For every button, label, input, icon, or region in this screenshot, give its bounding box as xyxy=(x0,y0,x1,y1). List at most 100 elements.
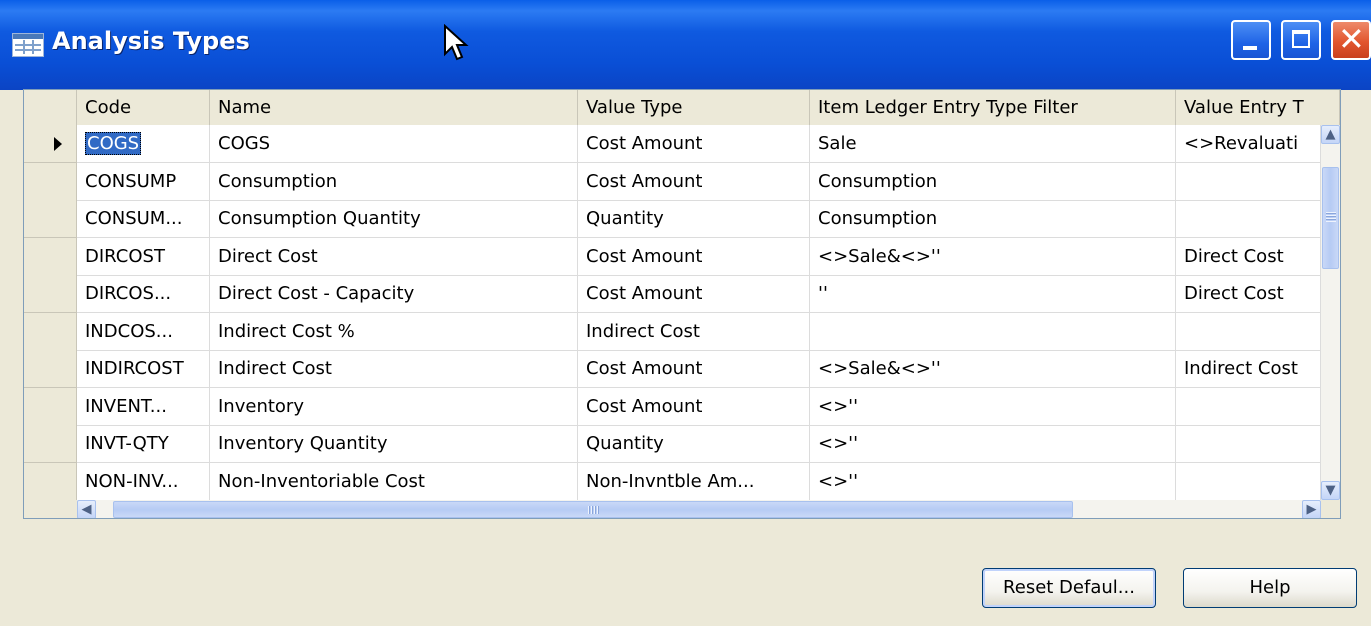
cell-value-type[interactable]: Cost Amount xyxy=(578,275,810,313)
horizontal-scroll-thumb[interactable] xyxy=(113,501,1073,518)
cell-code[interactable]: INVENT... xyxy=(77,387,210,426)
table-row[interactable]: CONSUM... Consumption Quantity Quantity Con… xyxy=(24,200,1340,238)
table-row[interactable]: INDCOS... Indirect Cost % Indirect Cost xyxy=(24,312,1340,351)
scroll-left-icon[interactable]: ◀ xyxy=(77,500,96,518)
column-header-value-type[interactable]: Value Type xyxy=(578,90,810,125)
cell-value-entry[interactable] xyxy=(1176,312,1321,351)
cell-item-ledger-filter[interactable]: Sale xyxy=(810,125,1176,163)
table-row[interactable]: COGS COGS Cost Amount Sale <>Revaluati xyxy=(24,125,1340,163)
cell-item-ledger-filter[interactable]: Consumption xyxy=(810,162,1176,201)
cell-name-text: Indirect Cost % xyxy=(218,320,355,342)
cell-value-type[interactable]: Quantity xyxy=(578,425,810,463)
cell-item-ledger-filter[interactable]: <>'' xyxy=(810,387,1176,426)
scroll-up-icon[interactable]: ▲ xyxy=(1321,125,1340,144)
table-row[interactable]: CONSUMP Consumption Cost Amount Consumption xyxy=(24,162,1340,201)
cell-item-ledger-filter[interactable]: '' xyxy=(810,275,1176,313)
cell-code[interactable]: DIRCOST xyxy=(77,237,210,276)
cell-name[interactable]: Inventory xyxy=(210,387,578,426)
row-selector[interactable] xyxy=(24,425,77,463)
table-row[interactable]: INVT-QTY Inventory Quantity Quantity <>'' xyxy=(24,425,1340,463)
horizontal-scrollbar[interactable]: ◀ ▶ xyxy=(77,500,1321,518)
cell-code[interactable]: CONSUM... xyxy=(77,200,210,238)
cell-value-type[interactable]: Cost Amount xyxy=(578,237,810,276)
cell-value-entry[interactable] xyxy=(1176,387,1321,426)
table-row[interactable]: INVENT... Inventory Cost Amount <>'' xyxy=(24,387,1340,426)
cell-value-type-text: Cost Amount xyxy=(586,170,703,192)
cell-name[interactable]: Consumption Quantity xyxy=(210,200,578,238)
cell-value-type[interactable]: Cost Amount xyxy=(578,162,810,201)
cell-value-type[interactable]: Cost Amount xyxy=(578,350,810,388)
analysis-types-grid[interactable]: Code Name Value Type Item Ledger Entry T… xyxy=(23,89,1341,519)
cell-value-type[interactable]: Quantity xyxy=(578,200,810,238)
vertical-scrollbar[interactable]: ▲ ▼ xyxy=(1321,125,1340,500)
minimize-button[interactable] xyxy=(1231,20,1271,60)
column-header-value-entry[interactable]: Value Entry T xyxy=(1176,90,1340,125)
cell-value-type[interactable]: Cost Amount xyxy=(578,125,810,163)
cell-value-type[interactable]: Non-Invntble Am... xyxy=(578,462,810,501)
cell-code[interactable]: COGS xyxy=(77,125,210,163)
table-row[interactable]: DIRCOS... Direct Cost - Capacity Cost Amou… xyxy=(24,275,1340,313)
column-header-item-ledger-filter[interactable]: Item Ledger Entry Type Filter xyxy=(810,90,1176,125)
cell-value-type[interactable]: Indirect Cost xyxy=(578,312,810,351)
cell-code[interactable]: INDCOS... xyxy=(77,312,210,351)
row-selector[interactable] xyxy=(24,275,77,313)
cell-item-ledger-filter[interactable]: <>'' xyxy=(810,462,1176,501)
cell-value-entry[interactable]: Indirect Cost xyxy=(1176,350,1321,388)
row-selector[interactable] xyxy=(24,237,77,276)
cell-name[interactable]: Direct Cost - Capacity xyxy=(210,275,578,313)
cell-value-entry[interactable]: Direct Cost xyxy=(1176,275,1321,313)
close-button[interactable]: ✕ xyxy=(1331,20,1371,60)
column-header-code[interactable]: Code xyxy=(77,90,210,125)
cell-code[interactable]: CONSUMP xyxy=(77,162,210,201)
table-row[interactable]: NON-INV... Non-Inventoriable Cost Non-Invn… xyxy=(24,462,1340,501)
reset-defaults-label: Reset Defaul... xyxy=(1003,577,1135,598)
cell-code[interactable]: DIRCOS... xyxy=(77,275,210,313)
maximize-button[interactable] xyxy=(1281,20,1321,60)
scroll-right-icon[interactable]: ▶ xyxy=(1302,500,1321,518)
row-selector[interactable] xyxy=(24,200,77,238)
cell-item-ledger-filter[interactable]: Consumption xyxy=(810,200,1176,238)
cell-value-entry[interactable] xyxy=(1176,200,1321,238)
cell-value-entry[interactable] xyxy=(1176,462,1321,501)
cell-item-ledger-filter[interactable]: <>Sale&<>'' xyxy=(810,237,1176,276)
cell-item-ledger-filter-text: <>'' xyxy=(818,470,859,492)
cell-value-type-text: Cost Amount xyxy=(586,358,703,379)
cell-item-ledger-filter-text: <>'' xyxy=(818,395,859,417)
cell-code[interactable]: INDIRCOST xyxy=(77,350,210,388)
cell-value-type[interactable]: Cost Amount xyxy=(578,387,810,426)
cell-code[interactable]: NON-INV... xyxy=(77,462,210,501)
cell-code[interactable]: INVT-QTY xyxy=(77,425,210,463)
cell-name[interactable]: COGS xyxy=(210,125,578,163)
cell-item-ledger-filter[interactable] xyxy=(810,312,1176,351)
cell-value-entry[interactable]: <>Revaluati xyxy=(1176,125,1321,163)
scroll-down-icon[interactable]: ▼ xyxy=(1321,481,1340,500)
row-selector[interactable] xyxy=(24,350,77,388)
cell-item-ledger-filter[interactable]: <>Sale&<>'' xyxy=(810,350,1176,388)
cell-value-entry[interactable] xyxy=(1176,425,1321,463)
row-selector[interactable] xyxy=(24,462,77,501)
reset-defaults-button[interactable]: Reset Defaul... xyxy=(982,568,1156,608)
table-row[interactable]: INDIRCOST Indirect Cost Cost Amount <>Sale&… xyxy=(24,350,1340,388)
vertical-scroll-thumb[interactable] xyxy=(1322,167,1339,269)
cell-value-entry[interactable]: Direct Cost xyxy=(1176,237,1321,276)
row-selector[interactable] xyxy=(24,162,77,201)
cell-name[interactable]: Inventory Quantity xyxy=(210,425,578,463)
cell-item-ledger-filter[interactable]: <>'' xyxy=(810,425,1176,463)
row-selector[interactable] xyxy=(24,312,77,351)
cell-name[interactable]: Direct Cost xyxy=(210,237,578,276)
cell-item-ledger-filter-text: Consumption xyxy=(818,170,938,192)
cell-name[interactable]: Non-Inventoriable Cost xyxy=(210,462,578,501)
title-bar[interactable]: Analysis Types ✕ xyxy=(0,0,1371,90)
cell-value-entry[interactable] xyxy=(1176,162,1321,201)
cell-name[interactable]: Indirect Cost xyxy=(210,350,578,388)
table-icon xyxy=(12,33,44,57)
cell-name[interactable]: Indirect Cost % xyxy=(210,312,578,351)
help-button[interactable]: Help xyxy=(1183,568,1357,608)
cell-code-text: NON-INV... xyxy=(85,470,179,492)
column-header-name[interactable]: Name xyxy=(210,90,578,125)
cell-item-ledger-filter-text: <>Sale&<>'' xyxy=(818,245,941,267)
table-row[interactable]: DIRCOST Direct Cost Cost Amount <>Sale&<>''… xyxy=(24,237,1340,276)
cell-name[interactable]: Consumption xyxy=(210,162,578,201)
row-selector[interactable] xyxy=(24,125,77,163)
row-selector[interactable] xyxy=(24,387,77,426)
